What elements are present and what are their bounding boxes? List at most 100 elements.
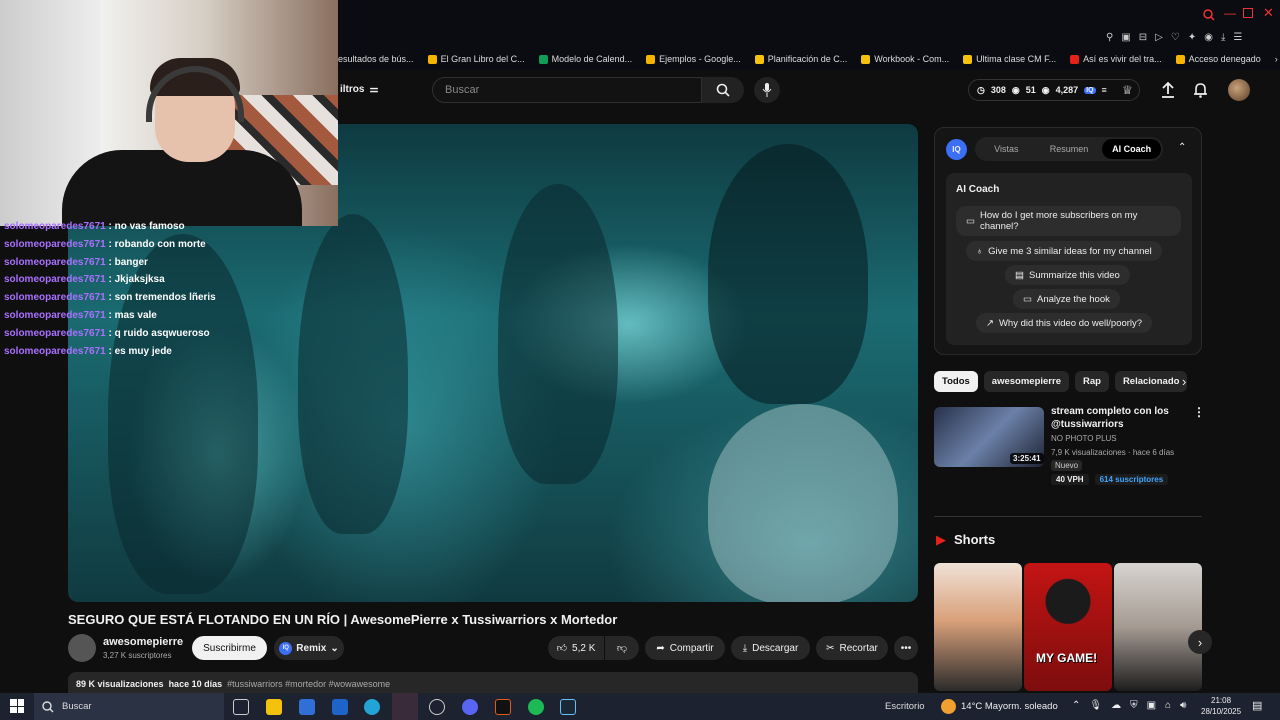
chevron-right-icon[interactable]: › [1275,54,1278,64]
bookmark[interactable]: Acceso denegado [1175,54,1261,64]
chevron-right-icon: › [1197,634,1203,650]
extension-icon[interactable]: ⊟ [1139,32,1147,43]
description-box[interactable]: 89 K visualizaciones hace 10 días #tussi… [68,672,918,694]
coach-question[interactable]: ↗ Why did this video do well/poorly? [976,313,1153,333]
capcut-icon[interactable] [495,699,511,715]
weather-text[interactable]: 14°C Mayorm. soleado [961,701,1058,712]
thumbs-down-icon: 👎︎ [616,643,628,654]
clock-app-icon[interactable] [429,699,445,715]
close-icon[interactable]: ✕ [1263,5,1274,21]
download-button[interactable]: ⤓ Descargar [731,636,810,660]
sliders-icon: ⚌ [369,84,379,95]
chip-channel[interactable]: awesomepierre [983,371,1069,392]
chat-text: : no vas famoso [108,221,185,232]
menu-icon[interactable]: ☰ [1233,32,1242,43]
steam-icon[interactable] [560,699,576,715]
coach-question[interactable]: ▭ How do I get more subscribers on my cha… [956,206,1181,236]
coach-question[interactable]: ▭ Analyze the hook [1013,289,1120,309]
dislike-button[interactable]: 👎︎ [605,636,639,660]
bookmark[interactable]: Ultima clase CM F... [963,54,1056,64]
file-explorer-icon[interactable] [266,699,282,715]
upload-icon[interactable] [1161,82,1175,98]
remix-button[interactable]: IQ Remix ⌄ [274,636,344,660]
chip-rap[interactable]: Rap [1074,371,1109,392]
screenshot-icon[interactable]: ▣ [1121,32,1130,43]
subscribe-button[interactable]: Suscribirme [192,636,267,660]
mic-icon[interactable]: 🎙︎ [1089,700,1102,711]
bookmark[interactable]: El Gran Libro del C... [427,54,525,64]
bookmark[interactable]: Workbook - Com... [861,54,949,64]
play-icon[interactable]: ▷ [1155,32,1163,43]
bookmark[interactable]: Planificación de C... [754,54,847,64]
windows-start-icon[interactable] [10,699,24,713]
voice-search-button[interactable] [754,77,780,103]
channel-name[interactable]: awesomepierre [103,636,183,648]
cloud-icon[interactable]: ☁ [1111,700,1121,711]
share-button[interactable]: ➦ Compartir [645,636,725,660]
minimize-icon[interactable]: — [1224,6,1236,20]
recommended-title[interactable]: stream completo con los @tussiwarriors [1051,405,1186,431]
discord-icon[interactable] [462,699,478,715]
video-duration: 3:25:41 [1010,453,1044,464]
chevron-down-icon: ⌄ [330,642,339,654]
maximize-icon[interactable] [1243,8,1253,18]
tab-ai-coach[interactable]: AI Coach [1102,139,1162,159]
lightbulb-icon: ♁ [976,245,984,257]
clip-button[interactable]: ✂ Recortar [816,636,888,660]
pin-icon[interactable]: ⚲ [1106,32,1113,43]
bookmark[interactable]: Modelo de Calend... [538,54,632,64]
heart-icon[interactable]: ♡ [1171,32,1180,43]
channel-avatar[interactable] [68,634,96,662]
channel-stats-widget[interactable]: ◷ 308 ◉ 51 ◉ 4,287 IQ ≡ [968,79,1140,101]
chip-related[interactable]: Relacionado [1114,371,1188,392]
more-vert-icon[interactable]: ⋮ [1193,405,1205,419]
coach-question[interactable]: ▤ Summarize this video [1005,265,1130,285]
filters-button[interactable]: iltros ⚌ [340,84,378,95]
shorts-next-button[interactable]: › [1188,630,1212,654]
chip-todos[interactable]: Todos [934,371,978,392]
store-icon[interactable] [299,699,315,715]
trophy-icon[interactable]: ♕ [1122,83,1133,97]
view-count: 89 K visualizaciones [76,679,164,689]
short-thumbnail[interactable] [934,563,1022,691]
folder-icon [861,54,871,64]
chevron-up-icon[interactable]: ⌃ [1178,142,1186,153]
edge-icon[interactable] [364,699,380,715]
notification-icon[interactable]: ▤ [1252,699,1262,712]
app-tray-icon[interactable]: ▣ [1147,700,1156,711]
tab-vistas[interactable]: Vistas [977,139,1036,159]
coach-question[interactable]: ♁ Give me 3 similar ideas for my channel [966,241,1162,261]
spotify-icon[interactable] [528,699,544,715]
opera-gx-icon[interactable] [392,693,418,720]
task-view-icon[interactable] [233,699,249,715]
chevron-up-icon[interactable]: ⌃ [1072,700,1080,711]
more-actions-button[interactable]: ••• [894,636,918,660]
clock[interactable]: 21:08 28/10/2025 [1201,695,1241,717]
chevron-right-icon[interactable]: › [1182,374,1186,389]
desktop-label[interactable]: Escritorio [885,701,925,712]
network-icon[interactable]: ⌂ [1165,700,1171,711]
bookmark-label: Ultima clase CM F... [976,54,1057,64]
like-button[interactable]: 👍︎ 5,2 K [548,636,604,660]
profile-icon[interactable]: ◉ [1204,32,1213,43]
video-tags[interactable]: #tussiwarriors #mortedor #wowawesome [227,679,390,689]
short-thumbnail[interactable]: MY GAME! [1024,563,1112,691]
bookmark[interactable]: Así es vivir del tra... [1070,54,1162,64]
bell-icon[interactable] [1193,82,1208,98]
search-input[interactable]: Buscar [432,77,702,103]
volume-icon[interactable]: 🔊︎ [1180,700,1186,711]
bookmark[interactable]: esultados de bús... [338,54,414,64]
short-thumbnail[interactable] [1114,563,1202,691]
avatar[interactable] [1228,79,1250,101]
shield-icon[interactable]: ⛨ [1130,700,1138,711]
chat-message: solomeoparedes7671 : robando con morte [4,236,334,254]
recommended-channel[interactable]: NO PHOTO PLUS [1051,434,1117,443]
puzzle-icon[interactable]: ✦ [1188,32,1196,43]
search-button[interactable] [702,77,744,103]
search-tabs-icon[interactable] [1203,9,1215,21]
outlook-icon[interactable] [332,699,348,715]
bookmark[interactable]: Ejemplos - Google... [646,54,741,64]
taskbar-search[interactable]: Buscar [34,693,224,720]
tab-resumen[interactable]: Resumen [1040,139,1099,159]
download-icon[interactable]: ⤓ [1221,32,1225,43]
